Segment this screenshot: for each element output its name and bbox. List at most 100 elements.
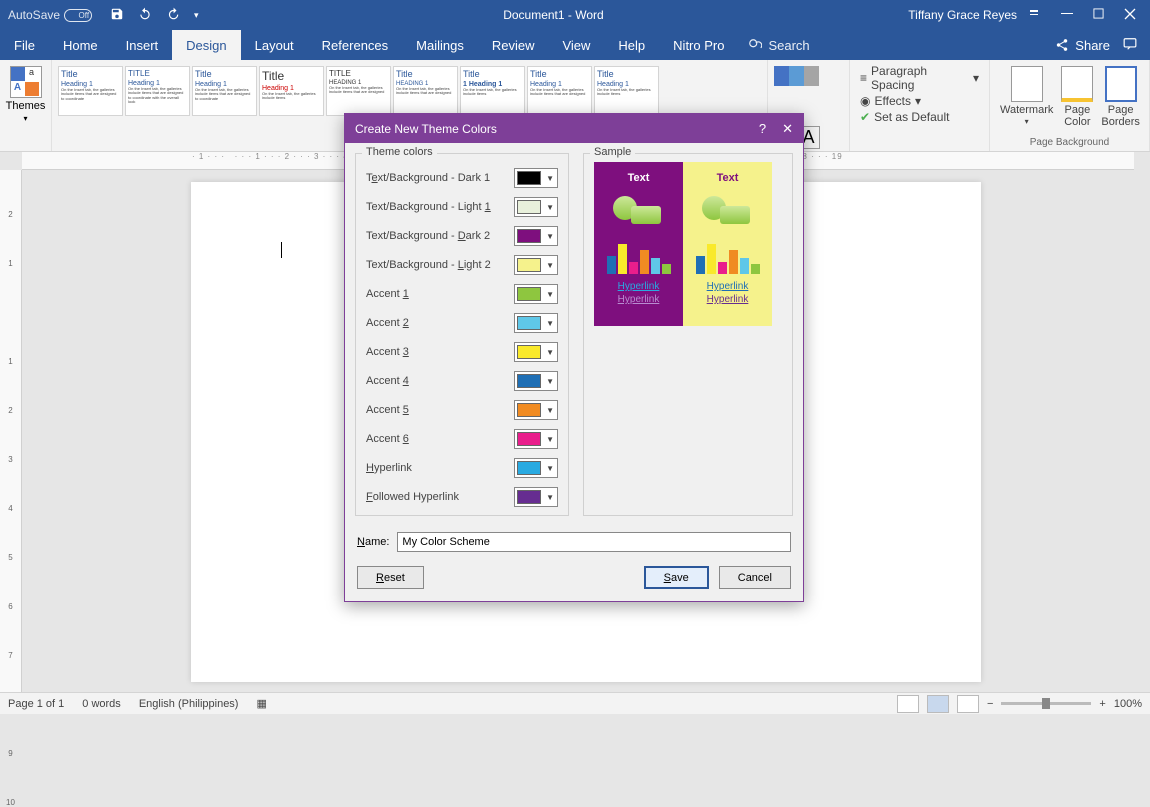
maximize-icon[interactable] (1093, 8, 1104, 22)
color-swatch (517, 229, 541, 243)
menu-design[interactable]: Design (172, 30, 240, 60)
color-picker-button[interactable]: ▼ (514, 429, 558, 449)
watermark-button[interactable]: Watermark▾ (1000, 66, 1053, 128)
word-count[interactable]: 0 words (82, 698, 121, 710)
comments-icon[interactable] (1122, 37, 1138, 54)
menu-nitro[interactable]: Nitro Pro (659, 30, 738, 60)
sample-label: Sample (590, 146, 635, 158)
status-bar: Page 1 of 1 0 words English (Philippines… (0, 692, 1150, 714)
menu-insert[interactable]: Insert (112, 30, 173, 60)
color-picker-button[interactable]: ▼ (514, 487, 558, 507)
user-name[interactable]: Tiffany Grace Reyes (908, 8, 1017, 22)
page-borders-button[interactable]: Page Borders (1101, 66, 1140, 128)
menu-home[interactable]: Home (49, 30, 112, 60)
share-button[interactable]: Share (1055, 38, 1110, 53)
theme-color-row: Accent 1 ▼ (366, 284, 558, 304)
chevron-down-icon: ▼ (546, 435, 554, 444)
zoom-level[interactable]: 100% (1114, 698, 1142, 710)
title-bar: AutoSave Off ▾ Document1 - Word Tiffany … (0, 0, 1150, 30)
style-set-item[interactable]: TITLEHeading 1On the Insert tab, the gal… (125, 66, 190, 116)
zoom-slider[interactable] (1001, 702, 1091, 705)
watermark-icon (1011, 66, 1043, 102)
style-set-item[interactable]: TitleHEADING 1On the Insert tab, the gal… (393, 66, 458, 116)
read-mode-button[interactable] (897, 695, 919, 713)
autosave-toggle[interactable]: AutoSave Off (8, 8, 92, 22)
style-set-item[interactable]: TitleHeading 1On the Insert tab, the gal… (259, 66, 324, 116)
style-set-item[interactable]: TITLEHEADING 1On the Insert tab, the gal… (326, 66, 391, 116)
themes-icon: a A (10, 66, 42, 98)
theme-color-label: Accent 3 (366, 346, 409, 358)
color-swatch (517, 316, 541, 330)
page-color-button[interactable]: Page Color (1061, 66, 1093, 128)
help-icon[interactable]: ? (759, 121, 766, 137)
menu-view[interactable]: View (548, 30, 604, 60)
menu-mailings[interactable]: Mailings (402, 30, 478, 60)
theme-color-row: Text/Background - Light 2 ▼ (366, 255, 558, 275)
checkmark-icon: ✔ (860, 110, 870, 124)
menu-layout[interactable]: Layout (241, 30, 308, 60)
print-layout-button[interactable] (927, 695, 949, 713)
ribbon-display-icon[interactable] (1027, 8, 1041, 23)
save-button[interactable]: Save (644, 566, 709, 589)
theme-color-label: Accent 1 (366, 288, 409, 300)
undo-icon[interactable] (138, 7, 152, 24)
style-set-item[interactable]: TitleHeading 1On the Insert tab, the gal… (58, 66, 123, 116)
chevron-down-icon: ▼ (546, 261, 554, 270)
menu-references[interactable]: References (308, 30, 402, 60)
style-set-item[interactable]: TitleHeading 1On the Insert tab, the gal… (594, 66, 659, 116)
macro-icon[interactable]: ▦ (256, 697, 266, 710)
menu-help[interactable]: Help (604, 30, 659, 60)
chevron-down-icon: ▼ (546, 232, 554, 241)
theme-color-label: Text/Background - Light 2 (366, 259, 491, 271)
menu-bar: File Home Insert Design Layout Reference… (0, 30, 1150, 60)
theme-color-row: Accent 6▼ (366, 429, 558, 449)
style-set-item[interactable]: Title1 Heading 1On the Insert tab, the g… (460, 66, 525, 116)
close-icon[interactable] (1124, 8, 1136, 23)
save-icon[interactable] (110, 7, 124, 24)
color-picker-button[interactable]: ▼ (514, 342, 558, 362)
zoom-out-button[interactable]: − (987, 698, 993, 710)
zoom-in-button[interactable]: + (1099, 698, 1105, 710)
name-input[interactable] (397, 532, 791, 552)
color-picker-button[interactable]: ▼ (514, 313, 558, 333)
page-indicator[interactable]: Page 1 of 1 (8, 698, 64, 710)
color-picker-button[interactable]: ▼ (514, 226, 558, 246)
color-picker-button[interactable]: ▼ (514, 400, 558, 420)
menu-review[interactable]: Review (478, 30, 549, 60)
document-formatting-gallery[interactable]: TitleHeading 1On the Insert tab, the gal… (56, 62, 763, 120)
color-picker-button[interactable]: ▼ (514, 168, 558, 188)
minimize-icon[interactable] (1061, 8, 1073, 23)
language-indicator[interactable]: English (Philippines) (139, 698, 239, 710)
style-set-item[interactable]: TitleHeading 1On the Insert tab, the gal… (527, 66, 592, 116)
color-picker-button[interactable]: ▼ (514, 458, 558, 478)
paragraph-spacing-button[interactable]: ≡Paragraph Spacing ▾ (860, 64, 979, 92)
style-set-item[interactable]: TitleHeading 1On the Insert tab, the gal… (192, 66, 257, 116)
vertical-ruler[interactable]: 21 12345678910 (0, 170, 22, 692)
color-swatch (517, 490, 541, 504)
page-background-label: Page Background (994, 137, 1145, 149)
chevron-down-icon: ▼ (546, 203, 554, 212)
create-theme-colors-dialog: Create New Theme Colors ? ✕ Theme colors… (344, 113, 804, 602)
colors-button[interactable] (774, 66, 843, 86)
chevron-down-icon: ▼ (546, 377, 554, 386)
menu-file[interactable]: File (0, 30, 49, 60)
color-picker-button[interactable]: ▼ (514, 255, 558, 275)
color-picker-button[interactable]: ▼ (514, 197, 558, 217)
effects-button[interactable]: ◉Effects ▾ (860, 94, 979, 108)
redo-icon[interactable] (166, 7, 180, 24)
set-as-default-button[interactable]: ✔Set as Default (860, 110, 979, 124)
theme-color-row: Followed Hyperlink▼ (366, 487, 558, 507)
tell-me-search[interactable]: Search (748, 38, 809, 53)
web-layout-button[interactable] (957, 695, 979, 713)
themes-button[interactable]: a A Themes▾ (4, 62, 47, 127)
cancel-button[interactable]: Cancel (719, 566, 791, 589)
name-label: Name: (357, 536, 389, 548)
reset-button[interactable]: Reset (357, 566, 424, 589)
color-picker-button[interactable]: ▼ (514, 284, 558, 304)
close-icon[interactable]: ✕ (782, 121, 793, 137)
color-picker-button[interactable]: ▼ (514, 371, 558, 391)
document-title: Document1 - Word (199, 8, 909, 22)
dialog-titlebar[interactable]: Create New Theme Colors ? ✕ (345, 114, 803, 143)
sample-preview: Text HyperlinkHyperlink Text HyperlinkHy… (594, 162, 772, 326)
effects-icon: ◉ (860, 94, 870, 108)
